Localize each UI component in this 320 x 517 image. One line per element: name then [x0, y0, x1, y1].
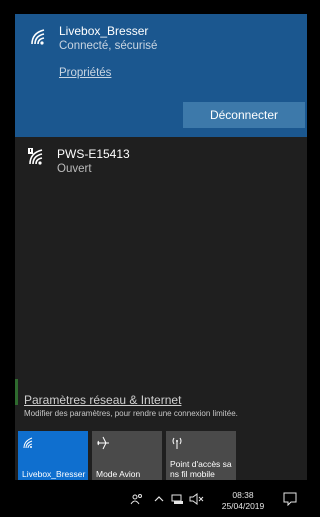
- people-icon[interactable]: [130, 492, 144, 506]
- notification-icon[interactable]: [283, 492, 297, 506]
- hotspot-icon: [172, 437, 182, 449]
- wifi-icon: [23, 437, 33, 449]
- chevron-up-icon[interactable]: [154, 494, 164, 504]
- airplane-mode-label: Mode Avion: [96, 469, 141, 479]
- wifi-open-warning-icon: [28, 148, 43, 165]
- network-settings-subtitle: Modifier des paramètres, pour rendre une…: [24, 409, 238, 418]
- volume-muted-icon[interactable]: [189, 493, 205, 505]
- flyout-footer: Paramètres réseau & Internet Modifier de…: [15, 379, 307, 480]
- connected-network-name: Livebox_Bresser: [59, 24, 149, 38]
- network-flyout: Livebox_Bresser Connecté, sécurisé Propr…: [15, 14, 307, 480]
- airplane-mode-quick-action[interactable]: Mode Avion: [92, 431, 162, 480]
- mobile-hotspot-quick-action[interactable]: Point d'accès sans fil mobile: [166, 431, 236, 480]
- footer-accent: [15, 379, 18, 405]
- connected-network-status: Connecté, sécurisé: [59, 40, 158, 52]
- connected-network-item[interactable]: Livebox_Bresser Connecté, sécurisé Propr…: [15, 14, 307, 137]
- airplane-icon: [97, 436, 109, 450]
- network-icon[interactable]: [171, 493, 185, 505]
- network-status: Ouvert: [57, 163, 92, 175]
- mobile-hotspot-label: Point d'accès sans fil mobile: [170, 459, 232, 479]
- wifi-quick-action[interactable]: Livebox_Bresser: [18, 431, 88, 480]
- clock-time: 08:38: [232, 490, 254, 500]
- wifi-quick-action-label: Livebox_Bresser: [22, 469, 86, 479]
- network-name: PWS-E15413: [57, 147, 130, 161]
- taskbar: 08:38 25/04/2019: [15, 484, 307, 517]
- disconnect-button[interactable]: Déconnecter: [183, 102, 305, 128]
- network-list-item[interactable]: PWS-E15413 Ouvert: [15, 140, 307, 184]
- clock[interactable]: 08:38 25/04/2019: [218, 490, 268, 512]
- wifi-signal-icon: [31, 29, 45, 45]
- network-settings-link[interactable]: Paramètres réseau & Internet: [24, 393, 181, 407]
- clock-date: 25/04/2019: [221, 501, 265, 511]
- properties-link[interactable]: Propriétés: [59, 67, 111, 79]
